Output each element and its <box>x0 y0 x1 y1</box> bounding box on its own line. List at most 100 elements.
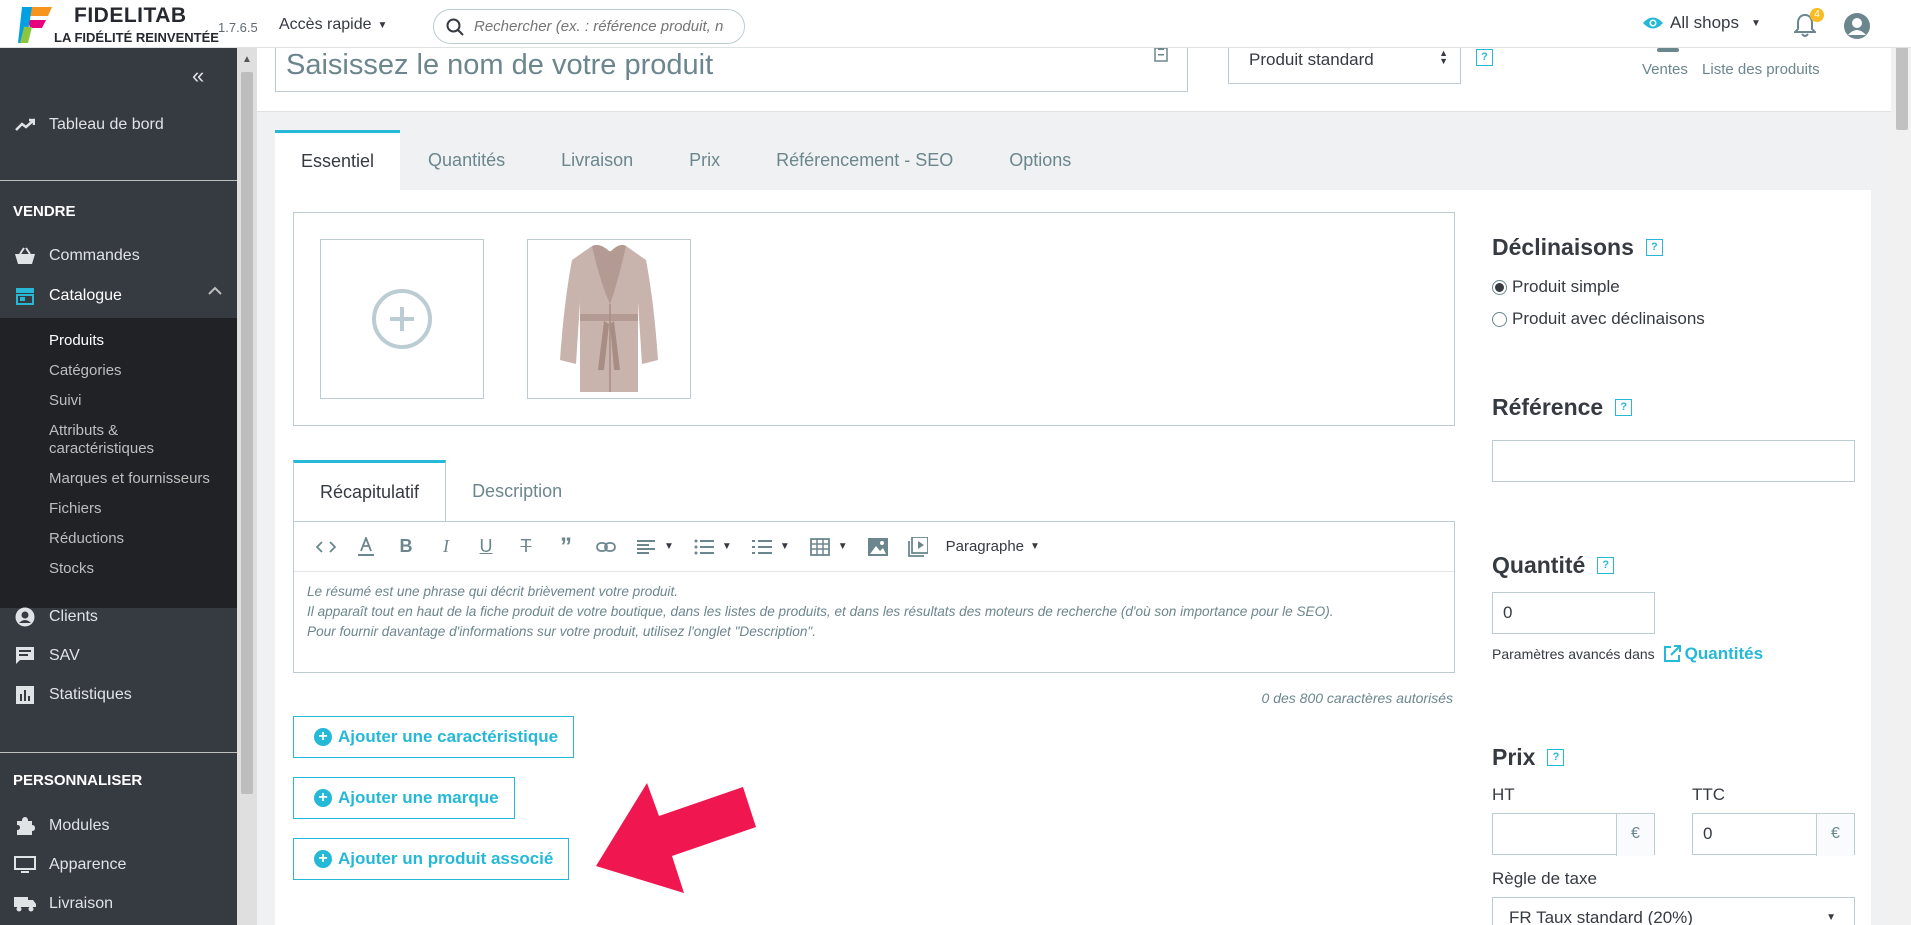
tab-seo[interactable]: Référencement - SEO <box>748 130 981 190</box>
sidebar-scroll-thumb[interactable] <box>241 72 253 794</box>
sidebar-item-shipping[interactable]: Livraison <box>0 886 237 922</box>
search-input[interactable] <box>474 18 724 35</box>
summary-textarea[interactable]: Le résumé est une phrase qui décrit briè… <box>307 582 1334 642</box>
tab-options[interactable]: Options <box>981 130 1099 190</box>
sidebar-subitem-discounts[interactable]: Réductions <box>49 530 229 548</box>
sidebar-item-orders[interactable]: Commandes <box>0 238 237 274</box>
sidebar-scrollbar[interactable]: ▲ <box>237 48 257 925</box>
main-content: Saisissez le nom de votre produit Produi… <box>257 40 1891 925</box>
sidebar: « Tableau de bord VENDRE Commandes Catal… <box>0 48 237 925</box>
sidebar-subitem-tracking[interactable]: Suivi <box>49 392 229 410</box>
bathrobe-image <box>560 244 658 392</box>
sidebar-subitem-brands[interactable]: Marques et fournisseurs <box>49 470 229 488</box>
help-icon[interactable]: ? <box>1645 239 1663 256</box>
numbered-list-dropdown[interactable]: ▼ <box>742 527 796 567</box>
sidebar-item-label: Statistiques <box>49 686 132 703</box>
sidebar-item-label: Apparence <box>49 856 127 873</box>
help-icon[interactable]: ? <box>1476 49 1493 66</box>
product-image-thumbnail[interactable] <box>527 239 691 399</box>
search-icon <box>446 18 464 36</box>
price-ttc-input[interactable]: 0 € <box>1692 813 1855 856</box>
divider <box>0 752 237 753</box>
quick-access-menu[interactable]: Accès rapide ▼ <box>279 16 387 34</box>
desktop-icon <box>12 856 38 874</box>
page-scrollbar[interactable] <box>1891 30 1911 925</box>
tab-quantities[interactable]: Quantités <box>400 130 533 190</box>
table-icon <box>800 527 840 567</box>
sidebar-item-clients[interactable]: Clients <box>0 599 237 635</box>
tab-price[interactable]: Prix <box>661 130 748 190</box>
clipboard-icon[interactable] <box>1154 46 1168 62</box>
add-related-product-button[interactable]: + Ajouter un produit associé <box>293 838 570 880</box>
underline-icon[interactable]: U <box>466 527 506 567</box>
catalog-submenu: Produits Catégories Suivi Attributs & ca… <box>0 318 237 608</box>
image-icon[interactable] <box>858 527 898 567</box>
sales-link[interactable]: Ventes <box>1642 61 1688 78</box>
page-scroll-thumb[interactable] <box>1896 36 1908 130</box>
blockquote-icon[interactable]: ” <box>546 527 586 567</box>
account-circle-icon <box>12 607 38 627</box>
shop-selector[interactable]: All shops ▼ <box>1642 13 1761 33</box>
plus-icon: + <box>314 728 332 746</box>
sidebar-item-dashboard[interactable]: Tableau de bord <box>0 107 237 143</box>
align-dropdown[interactable]: ▼ <box>626 527 680 567</box>
italic-icon[interactable]: I <box>426 527 466 567</box>
bullet-list-dropdown[interactable]: ▼ <box>684 527 738 567</box>
video-icon[interactable] <box>898 527 938 567</box>
store-icon <box>12 287 38 305</box>
sidebar-subitem-files[interactable]: Fichiers <box>49 500 229 518</box>
table-dropdown[interactable]: ▼ <box>800 527 854 567</box>
product-tabs: Essentiel Quantités Livraison Prix Référ… <box>275 130 1099 190</box>
product-list-link[interactable]: Liste des produits <box>1702 61 1820 78</box>
sidebar-item-modules[interactable]: Modules <box>0 808 237 844</box>
link-icon[interactable] <box>586 527 626 567</box>
shop-selector-label: All shops <box>1670 13 1739 32</box>
help-icon[interactable]: ? <box>1547 749 1565 766</box>
help-icon[interactable]: ? <box>1615 399 1633 416</box>
tab-essential[interactable]: Essentiel <box>275 130 401 190</box>
sidebar-item-stats[interactable]: Statistiques <box>0 677 237 713</box>
tab-shipping[interactable]: Livraison <box>533 130 661 190</box>
paragraph-format-dropdown[interactable]: Paragraphe ▼ <box>946 538 1040 555</box>
sidebar-subitem-products[interactable]: Produits <box>49 332 229 350</box>
tab-summary[interactable]: Récapitulatif <box>293 460 447 522</box>
plus-circle-icon <box>370 287 434 351</box>
simple-product-radio[interactable]: Produit simple <box>1492 277 1705 297</box>
caret-down-icon: ▼ <box>779 541 790 552</box>
tax-rule-select[interactable]: FR Taux standard (20%) ▼ <box>1492 897 1855 925</box>
combinations-product-radio[interactable]: Produit avec déclinaisons <box>1492 309 1705 329</box>
sidebar-subitem-categories[interactable]: Catégories <box>49 362 229 380</box>
simple-product-label: Produit simple <box>1512 277 1620 296</box>
bold-icon[interactable]: B <box>386 527 426 567</box>
quantities-link[interactable]: Quantités <box>1663 644 1763 664</box>
sidebar-subitem-attributes[interactable]: Attributs & caractéristiques <box>49 422 189 458</box>
sidebar-subitem-stocks[interactable]: Stocks <box>49 560 229 578</box>
select-arrows-icon: ▲ ▼ <box>1439 48 1448 66</box>
sidebar-item-catalog[interactable]: Catalogue <box>0 278 237 314</box>
character-counter: 0 des 800 caractères autorisés <box>1261 690 1453 706</box>
help-icon[interactable]: ? <box>1597 557 1615 574</box>
tax-rule-label: Règle de taxe <box>1492 869 1597 888</box>
search-box[interactable] <box>433 9 745 44</box>
price-ht-input[interactable]: € <box>1492 813 1655 856</box>
numbered-list-icon <box>742 527 782 567</box>
caret-down-icon: ▼ <box>664 541 674 552</box>
quick-access-label: Accès rapide <box>279 16 372 33</box>
caret-down-icon: ▼ <box>1030 541 1040 552</box>
quantity-input[interactable]: 0 <box>1492 592 1655 634</box>
tab-description[interactable]: Description <box>446 460 588 522</box>
strikethrough-icon[interactable]: T <box>506 527 546 567</box>
sidebar-item-appearance[interactable]: Apparence <box>0 847 237 883</box>
collapse-sidebar-icon[interactable]: « <box>192 63 204 89</box>
source-code-icon[interactable] <box>306 527 346 567</box>
scroll-up-icon[interactable]: ▲ <box>242 54 252 65</box>
text-color-icon[interactable] <box>346 527 386 567</box>
user-avatar-icon[interactable] <box>1843 12 1871 40</box>
caret-down-icon: ▼ <box>1826 912 1836 923</box>
sidebar-item-sav[interactable]: SAV <box>0 638 237 674</box>
add-feature-button[interactable]: + Ajouter une caractéristique <box>293 716 575 758</box>
reference-input[interactable] <box>1492 440 1855 482</box>
logo-icon[interactable] <box>18 5 54 45</box>
add-image-button[interactable] <box>320 239 484 399</box>
add-brand-button[interactable]: + Ajouter une marque <box>293 777 515 819</box>
